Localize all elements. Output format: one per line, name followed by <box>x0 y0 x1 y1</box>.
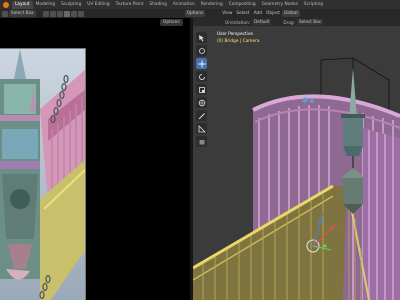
tab-texture-paint[interactable]: Texture Paint <box>113 1 147 9</box>
tab-geometry-nodes[interactable]: Geometry Nodes <box>259 1 301 9</box>
annotate-tool[interactable] <box>196 110 207 121</box>
rotate-icon <box>198 73 205 80</box>
tab-uv-editing[interactable]: UV Editing <box>84 1 112 9</box>
overlay-icon[interactable] <box>49 10 56 17</box>
tab-sculpting[interactable]: Sculpting <box>58 1 84 9</box>
view-menu[interactable]: View <box>220 10 234 17</box>
shading-icon[interactable] <box>42 10 49 17</box>
orientation-dropdown[interactable]: Default <box>252 19 272 25</box>
drag-dropdown[interactable]: Select Box <box>296 19 324 25</box>
move-tool[interactable] <box>196 58 207 69</box>
tab-rendering[interactable]: Rendering <box>198 1 226 9</box>
global-dropdown[interactable]: Global <box>282 10 300 17</box>
tab-compositing[interactable]: Compositing <box>226 1 259 9</box>
object-menu[interactable]: Object <box>264 10 282 17</box>
select-menu[interactable]: Select <box>234 10 251 17</box>
tab-animation[interactable]: Animation <box>170 1 198 9</box>
options-dropdown[interactable]: Options <box>184 10 206 17</box>
editor-header: Select Box Options View Select Add Objec… <box>0 9 400 18</box>
workspace-bar: Layout Modeling Sculpting UV Editing Tex… <box>0 0 400 9</box>
transform-icon <box>198 99 205 106</box>
measure-icon <box>198 124 206 132</box>
tab-modeling[interactable]: Modeling <box>33 1 59 9</box>
material-shading-icon[interactable] <box>70 10 77 17</box>
add-cube-icon <box>199 139 204 144</box>
scale-icon <box>198 86 205 93</box>
3d-viewport[interactable]: Orientation: Default Drag: Select Box Us… <box>193 18 400 300</box>
drag-label: Drag: <box>283 19 295 25</box>
viewport-header: Orientation: Default Drag: Select Box <box>193 18 400 26</box>
render-viewport[interactable]: Options <box>0 18 190 300</box>
crosshair-icon <box>198 47 205 54</box>
select-box-dropdown[interactable]: Select Box <box>9 10 36 17</box>
move-icon <box>198 60 205 67</box>
measure-tool[interactable] <box>196 123 207 134</box>
rotate-tool[interactable] <box>196 71 207 82</box>
tool-shelf <box>196 32 208 147</box>
collection-label: (0) Bridge | Camera <box>217 39 260 44</box>
xray-icon[interactable] <box>56 10 63 17</box>
add-cube-tool[interactable] <box>196 136 207 147</box>
left-options-button[interactable]: Options <box>160 19 183 26</box>
tab-layout[interactable]: Layout <box>12 0 33 9</box>
view-name: User Perspective <box>217 32 254 37</box>
rendered-shading-icon[interactable] <box>77 10 84 17</box>
scale-tool[interactable] <box>196 84 207 95</box>
scene-wireframe <box>193 18 400 300</box>
annotate-icon <box>198 112 205 119</box>
cursor-icon <box>198 34 204 41</box>
blender-logo-icon[interactable] <box>3 1 9 8</box>
transform-tool[interactable] <box>196 97 207 108</box>
orientation-label: Orientation: <box>225 19 251 25</box>
cursor3d-tool[interactable] <box>196 45 207 56</box>
cursor-tool[interactable] <box>196 32 207 43</box>
editor-type-icon[interactable] <box>2 10 8 17</box>
solid-shading-icon[interactable] <box>63 10 70 17</box>
tab-scripting[interactable]: Scripting <box>301 1 326 9</box>
render-image <box>0 48 86 300</box>
tab-shading[interactable]: Shading <box>146 1 169 9</box>
add-menu[interactable]: Add <box>252 10 264 17</box>
